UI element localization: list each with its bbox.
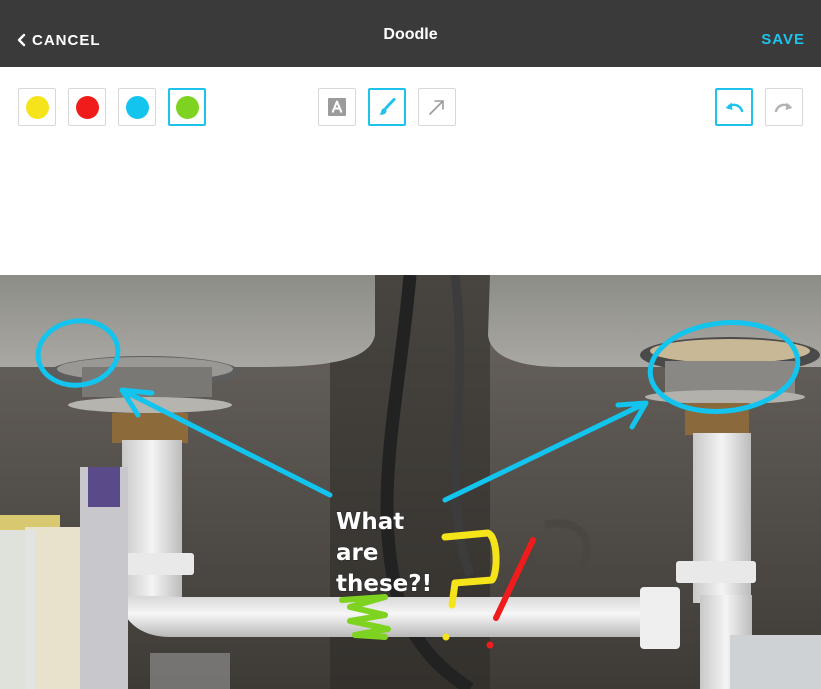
yellow-dot <box>25 95 49 119</box>
undo-button[interactable] <box>715 88 753 126</box>
top-bar: CANCEL Doodle SAVE <box>0 0 821 67</box>
undo-icon <box>725 102 744 113</box>
annotation-line-1: What <box>336 509 404 535</box>
color-swatch-yellow[interactable] <box>18 88 56 126</box>
arrow-icon <box>429 100 444 115</box>
color-swatch-red[interactable] <box>68 88 106 126</box>
color-swatch-green[interactable] <box>168 88 206 126</box>
page-title: Doodle <box>383 26 438 43</box>
sink-photo-drawing: What are these?! <box>0 275 821 689</box>
redo-button[interactable] <box>765 88 803 126</box>
annotation-line-3: these?! <box>336 571 432 597</box>
redo-icon <box>774 102 793 113</box>
arrow-tool-button[interactable] <box>418 88 456 126</box>
brush-tool-button[interactable] <box>368 88 406 126</box>
doodle-canvas-photo[interactable]: What are these?! <box>0 275 821 689</box>
red-dot <box>75 95 99 119</box>
text-tool-button[interactable] <box>318 88 356 126</box>
text-icon <box>328 98 346 116</box>
brush-icon <box>379 98 396 115</box>
save-button[interactable]: SAVE <box>761 31 805 48</box>
color-swatch-cyan[interactable] <box>118 88 156 126</box>
doodle-toolbar <box>0 67 821 275</box>
cyan-dot <box>125 95 149 119</box>
green-dot <box>175 95 199 119</box>
annotation-line-2: are <box>336 540 378 566</box>
